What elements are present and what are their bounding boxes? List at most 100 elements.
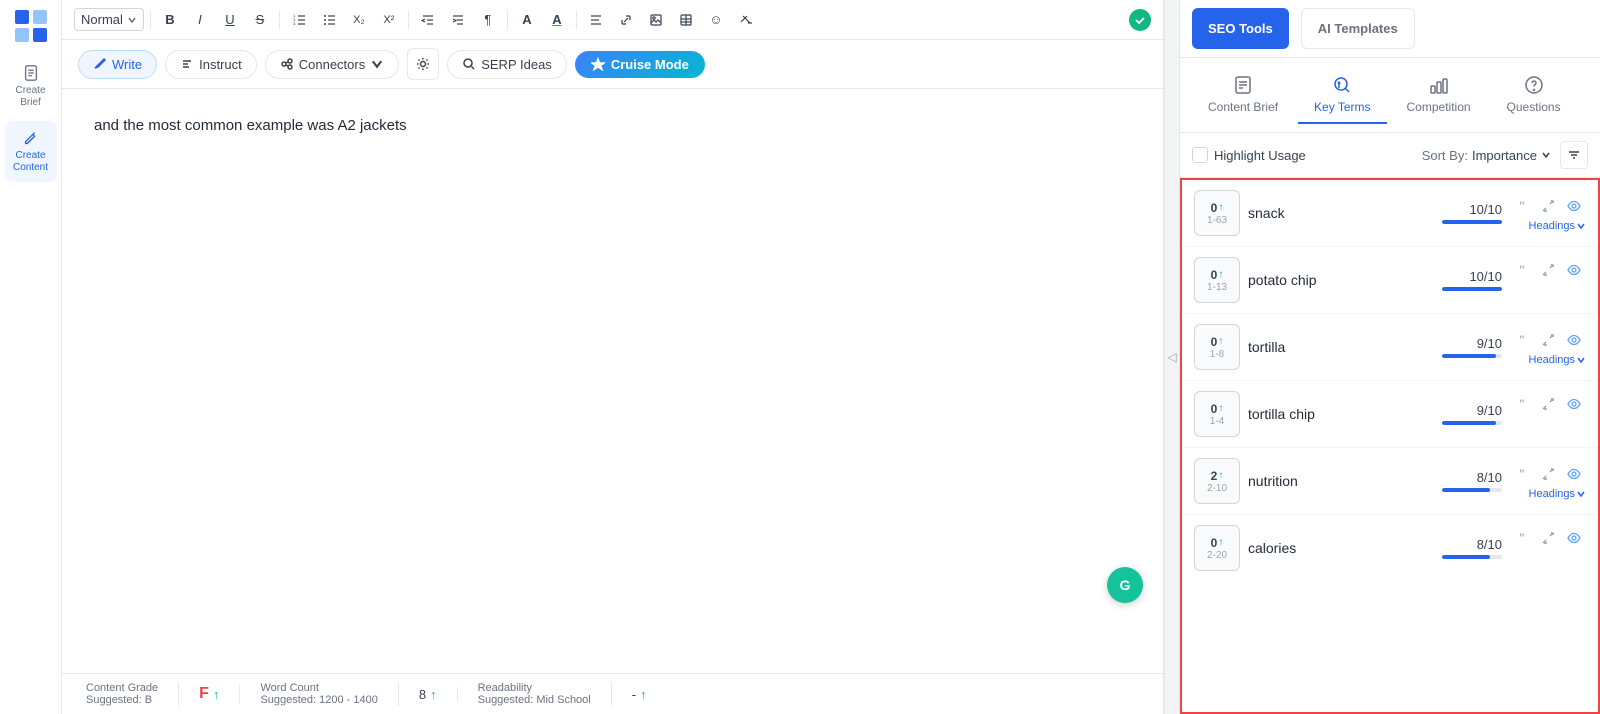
sidebar-item-create-content[interactable]: Create Content	[5, 121, 57, 182]
term-eye-btn-tortilla-chip[interactable]	[1562, 392, 1586, 416]
term-score-area-calories: 8/10	[1442, 537, 1502, 559]
indent-button[interactable]	[445, 7, 471, 33]
term-expand-btn-tortilla[interactable]	[1536, 328, 1560, 352]
term-name-tortilla: tortilla	[1248, 339, 1434, 355]
sort-chevron-icon	[1540, 149, 1552, 161]
term-eye-btn-calories[interactable]	[1562, 526, 1586, 550]
sort-by-control[interactable]: Sort By: Importance	[1422, 148, 1552, 163]
term-expand-btn-potato-chip[interactable]	[1536, 258, 1560, 282]
gear-button[interactable]	[407, 48, 439, 80]
term-quote-btn-calories[interactable]: "	[1510, 526, 1534, 550]
filter-icon	[1567, 148, 1581, 162]
term-eye-btn-potato-chip[interactable]	[1562, 258, 1586, 282]
highlight-usage-checkbox[interactable]: Highlight Usage	[1192, 147, 1306, 163]
clear-format-button[interactable]	[733, 7, 759, 33]
highlight-button[interactable]: A	[544, 7, 570, 33]
link-button[interactable]	[613, 7, 639, 33]
outdent-button[interactable]	[415, 7, 441, 33]
term-eye-btn-nutrition[interactable]	[1562, 462, 1586, 486]
sort-select[interactable]: Importance	[1472, 148, 1552, 163]
term-expand-btn-tortilla-chip[interactable]	[1536, 392, 1560, 416]
subtab-competition[interactable]: Competition	[1391, 66, 1487, 124]
checkbox-box	[1192, 147, 1208, 163]
font-color-button[interactable]: A	[514, 7, 540, 33]
headings-badge-tortilla[interactable]: Headings	[1529, 354, 1586, 366]
toolbar-separator-1	[150, 10, 151, 30]
term-row-tortilla: 0 ↑ 1-8 tortilla 9/10 " Heading	[1182, 314, 1598, 381]
connectors-button[interactable]: Connectors	[265, 50, 399, 79]
terms-list: 0 ↑ 1-63 snack 10/10 " Headings	[1180, 178, 1600, 714]
editor-area: Normal B I U S 1. 2. 3. X₂ X²	[62, 0, 1164, 714]
term-counter-nutrition[interactable]: 2 ↑ 2-10	[1194, 458, 1240, 504]
write-button[interactable]: Write	[78, 50, 157, 79]
subtab-questions[interactable]: Questions	[1491, 66, 1577, 124]
word-count-value-item: 8 ↑	[399, 687, 458, 702]
term-eye-btn-tortilla[interactable]	[1562, 328, 1586, 352]
ordered-list-button[interactable]: 1. 2. 3.	[286, 7, 312, 33]
filter-icon-button[interactable]	[1560, 141, 1588, 169]
text-style-select[interactable]: Normal	[74, 8, 144, 31]
emoji-button[interactable]: ☺	[703, 7, 729, 33]
strikethrough-button[interactable]: S	[247, 7, 273, 33]
left-sidebar: Create Brief Create Content	[0, 0, 62, 714]
toolbar-separator-4	[507, 10, 508, 30]
term-name-potato-chip: potato chip	[1248, 272, 1434, 288]
term-quote-btn-snack[interactable]: "	[1510, 194, 1534, 218]
term-counter-calories[interactable]: 0 ↑ 2-20	[1194, 525, 1240, 571]
term-quote-btn-potato-chip[interactable]: "	[1510, 258, 1534, 282]
done-check[interactable]	[1129, 9, 1151, 31]
underline-button[interactable]: U	[217, 7, 243, 33]
term-actions-potato-chip: "	[1510, 258, 1586, 302]
term-score-area-nutrition: 8/10	[1442, 470, 1502, 492]
term-score-area-tortilla: 9/10	[1442, 336, 1502, 358]
term-name-tortilla-chip: tortilla chip	[1248, 406, 1434, 422]
term-score-area-potato-chip: 10/10	[1442, 269, 1502, 291]
instruct-button[interactable]: Instruct	[165, 50, 257, 79]
toolbar-separator-5	[576, 10, 577, 30]
align-button[interactable]	[583, 7, 609, 33]
paragraph-button[interactable]: ¶	[475, 7, 501, 33]
table-button[interactable]	[673, 7, 699, 33]
right-panel: SEO Tools AI Templates Content Brief Key…	[1180, 0, 1600, 714]
term-expand-btn-snack[interactable]	[1536, 194, 1560, 218]
term-quote-btn-nutrition[interactable]: "	[1510, 462, 1534, 486]
term-counter-potato-chip[interactable]: 0 ↑ 1-13	[1194, 257, 1240, 303]
term-counter-tortilla-chip[interactable]: 0 ↑ 1-4	[1194, 391, 1240, 437]
panel-collapse-handle[interactable]: ◁	[1164, 0, 1180, 714]
readability-item: Readability Suggested: Mid School	[458, 682, 612, 706]
serp-ideas-button[interactable]: SERP Ideas	[447, 50, 567, 79]
image-button[interactable]	[643, 7, 669, 33]
unordered-list-button[interactable]	[316, 7, 342, 33]
subtab-key-terms[interactable]: Key Terms	[1298, 66, 1386, 124]
term-quote-btn-tortilla-chip[interactable]: "	[1510, 392, 1534, 416]
editor-content[interactable]: and the most common example was A2 jacke…	[62, 89, 1163, 673]
toolbar-separator-2	[279, 10, 280, 30]
headings-badge-nutrition[interactable]: Headings	[1529, 488, 1586, 500]
term-bar-tortilla	[1442, 354, 1502, 358]
term-eye-btn-snack[interactable]	[1562, 194, 1586, 218]
editor-actions-bar: Write Instruct Connectors SERP Ideas Cru…	[62, 40, 1163, 89]
term-counter-tortilla[interactable]: 0 ↑ 1-8	[1194, 324, 1240, 370]
headings-chevron-icon	[1576, 489, 1586, 499]
term-quote-btn-tortilla[interactable]: "	[1510, 328, 1534, 352]
cruise-mode-button[interactable]: Cruise Mode	[575, 51, 705, 78]
term-counter-snack[interactable]: 0 ↑ 1-63	[1194, 190, 1240, 236]
toolbar-separator-3	[408, 10, 409, 30]
logo[interactable]	[11, 8, 51, 44]
term-bar-nutrition	[1442, 488, 1502, 492]
headings-badge-snack[interactable]: Headings	[1529, 220, 1586, 232]
tab-seo-tools[interactable]: SEO Tools	[1192, 8, 1289, 49]
subscript-button[interactable]: X₂	[346, 7, 372, 33]
term-expand-btn-calories[interactable]	[1536, 526, 1560, 550]
term-actions-calories: "	[1510, 526, 1586, 570]
sidebar-item-create-brief[interactable]: Create Brief	[5, 56, 57, 117]
term-row-nutrition: 2 ↑ 2-10 nutrition 8/10 " Headi	[1182, 448, 1598, 515]
superscript-button[interactable]: X²	[376, 7, 402, 33]
term-expand-btn-nutrition[interactable]	[1536, 462, 1560, 486]
subtab-content-brief[interactable]: Content Brief	[1192, 66, 1294, 124]
grammarly-button[interactable]: G	[1107, 567, 1143, 603]
panel-top-tabs: SEO Tools AI Templates	[1180, 0, 1600, 58]
italic-button[interactable]: I	[187, 7, 213, 33]
tab-ai-templates[interactable]: AI Templates	[1301, 8, 1415, 49]
bold-button[interactable]: B	[157, 7, 183, 33]
